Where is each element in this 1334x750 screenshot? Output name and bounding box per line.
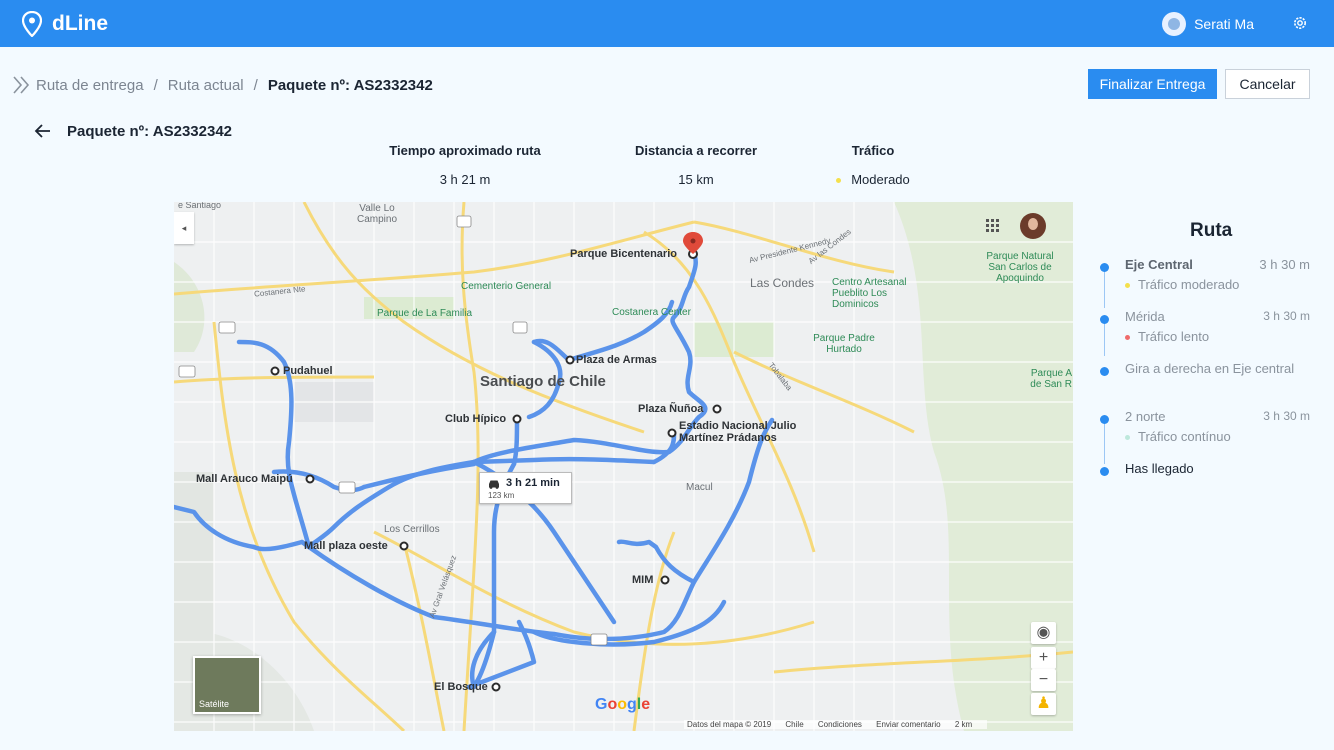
stat-time-value: 3 h 21 m [439,172,491,187]
route-step-name: Has llegado [1125,461,1194,476]
collapse-panel-button[interactable]: ◂ [174,212,194,244]
breadcrumb-current: Paquete nº: AS2332342 [267,76,433,94]
attribution-country[interactable]: Chile [785,720,803,729]
back-arrow-icon[interactable] [34,122,52,140]
route-step-dot [1100,315,1109,324]
app-logo[interactable]: dLine [22,11,108,37]
route-step-name: Eje Central [1125,257,1193,272]
route-step-name: Gira a derecha en Eje central [1125,361,1295,376]
route-step-time: 3 h 30 m [1263,409,1310,423]
breadcrumb-item-ruta-entrega[interactable]: Ruta de entrega [36,77,144,94]
map-label-mim[interactable]: MIM [632,574,653,586]
route-step-time: 3 h 30 m [1263,309,1310,323]
avatar [1162,12,1187,36]
location-pin-icon [22,11,42,37]
map-label-pudahuel[interactable]: Pudahuel [283,365,333,377]
map-label-mall-plaza-oeste[interactable]: Mall plaza oeste [304,540,388,552]
stat-distance: Distancia a recorrer 15 km [626,143,766,187]
cancel-button[interactable]: Cancelar [1225,69,1310,99]
route-connector [1104,322,1105,356]
map-label-santiago-edge: e Santiago [178,202,222,210]
map-canvas[interactable] [174,202,1073,731]
apps-grid-icon[interactable] [986,219,1000,233]
gear-icon[interactable] [1292,15,1308,31]
route-step-dot [1100,415,1109,424]
map-label-las-condes: Las Condes [750,276,815,290]
route-step-name: Mérida [1125,309,1165,324]
route-title: Ruta [1190,220,1233,241]
user-name: Serati Ma [1194,16,1254,32]
route-map[interactable]: Parque Bicentenario Plaza de Armas Pudah… [174,202,1073,731]
route-step-time: 3 h 30 m [1259,257,1310,272]
route-connector [1104,422,1105,464]
map-label-centro-artesanal: Centro Artesanal Pueblito Los Dominicos [832,277,907,310]
stat-traffic-label: Tráfico [851,143,895,158]
zoom-in-button[interactable]: + [1031,647,1056,669]
car-icon [489,480,499,489]
map-user-avatar[interactable] [1020,213,1046,239]
map-label-cementerio: Cementerio General [461,281,552,292]
traffic-dot [1125,283,1130,289]
attribution-feedback[interactable]: Enviar comentario [876,720,940,729]
route-step-traffic: Tráfico contínuo [1138,429,1231,444]
route-tooltip-time: 3 h 21 min [506,477,560,489]
map-label-costanera-center: Costanera Center [612,307,691,318]
route-step-traffic: Tráfico moderado [1138,277,1240,292]
zoom-out-button[interactable]: − [1031,669,1056,691]
map-attribution: Datos del mapa © 2019 Chile Condiciones … [684,720,988,729]
route-step-traffic: Tráfico lento [1138,329,1210,344]
my-location-button[interactable]: ◉ [1031,622,1056,644]
double-chevron-right-icon [13,76,30,94]
breadcrumb-item-ruta-actual[interactable]: Ruta actual [168,77,244,94]
app-name: dLine [52,12,108,35]
map-label-parque-a: Parque A de San R [1030,368,1072,390]
traffic-dot [1125,335,1130,341]
map-label-parque-bicentenario[interactable]: Parque Bicentenario [570,248,677,260]
map-label-club-hipico[interactable]: Club Hípico [445,413,506,425]
map-label-parque-padre-hurtado: Parque Padre Hurtado [813,333,875,355]
traffic-status-dot [836,178,842,184]
stat-traffic-value: Moderado [851,172,910,187]
street-view-pegman-icon[interactable]: ♟ [1031,693,1056,715]
breadcrumb: Ruta de entrega / Ruta actual / Paquete … [12,74,433,96]
map-label-valle-lo-campino: Valle Lo Campino [356,203,398,225]
user-menu[interactable]: Serati Ma [1162,12,1254,36]
map-label-plaza-nunoa[interactable]: Plaza Ñuñoa [638,403,703,415]
stat-distance-label: Distancia a recorrer [634,143,758,158]
google-logo: Google [595,696,651,713]
map-label-mall-arauco[interactable]: Mall Arauco Maipú [196,473,293,485]
attribution-scale: 2 km [954,720,973,729]
top-bar: dLine Serati Ma [0,0,1334,47]
map-label-plaza-armas[interactable]: Plaza de Armas [576,354,657,366]
map-label-santiago: Santiago de Chile [480,373,606,390]
route-step-dot [1100,467,1109,476]
map-label-estadio[interactable]: Estadio Nacional Julio Martínez Prádanos [679,420,809,444]
breadcrumb-separator: / [253,76,258,94]
map-label-macul: Macul [686,482,713,493]
route-time-tooltip[interactable]: 3 h 21 min 123 km [479,472,572,504]
satellite-label: Satélite [199,699,230,709]
satellite-toggle[interactable]: Satélite [193,656,261,714]
stat-traffic: Tráfico Moderado [818,143,928,187]
route-connector [1104,270,1105,308]
route-step-dot [1100,263,1109,272]
route-tooltip-distance: 123 km [488,491,515,500]
page-title: Paquete nº: AS2332342 [67,123,232,140]
route-step-name: 2 norte [1125,409,1166,424]
stat-time: Tiempo aproximado ruta 3 h 21 m [385,143,545,187]
route-step-dot [1100,367,1109,376]
stat-distance-value: 15 km [678,172,714,187]
map-label-el-bosque[interactable]: El Bosque [434,681,488,693]
breadcrumb-separator: / [153,76,158,94]
map-label-los-cerrillos: Los Cerrillos [384,524,440,535]
attribution-data[interactable]: Datos del mapa © 2019 [687,720,771,729]
stat-time-label: Tiempo aproximado ruta [389,143,541,158]
attribution-terms[interactable]: Condiciones [818,720,862,729]
traffic-dot [1125,435,1130,441]
map-label-parque-natural: Parque Natural San Carlos de Apoquindo [986,251,1054,284]
finish-delivery-button[interactable]: Finalizar Entrega [1088,69,1217,99]
map-label-parque-familia: Parque de La Familia [377,308,473,319]
